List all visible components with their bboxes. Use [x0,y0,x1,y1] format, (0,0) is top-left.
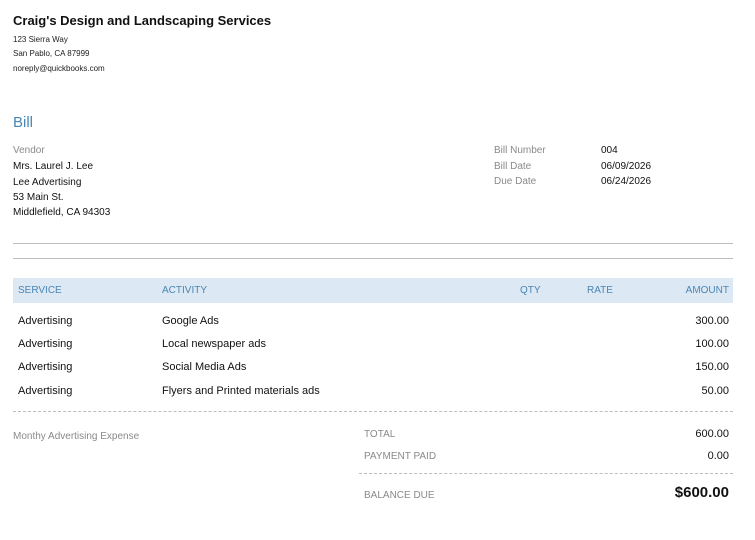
vendor-street: 53 Main St. [13,192,64,203]
divider-bottom [13,258,733,259]
table-row: Advertising Google Ads 300.00 [13,311,733,331]
vendor-city: Middlefield, CA 94303 [13,207,111,218]
company-address-line1: 123 Sierra Way [13,35,68,44]
bill-number: 004 [601,145,618,156]
vendor-name: Mrs. Laurel J. Lee [13,161,94,172]
header-rate: RATE [587,285,613,296]
balance-due-label: BALANCE DUE [364,490,435,501]
table-header: SERVICE ACTIVITY QTY RATE AMOUNT [13,278,733,303]
table-row: Advertising Social Media Ads 150.00 [13,357,733,377]
row-amount: 100.00 [695,338,729,350]
header-service: SERVICE [18,285,62,296]
payment-paid-label: PAYMENT PAID [364,451,437,462]
row-amount: 300.00 [695,315,729,327]
row-amount: 150.00 [695,361,729,373]
company-name: Craig's Design and Landscaping Services [13,13,272,28]
row-service: Advertising [18,338,73,350]
company-email: noreply@quickbooks.com [13,64,105,73]
divider-top [13,243,733,244]
header-activity: ACTIVITY [162,285,208,296]
payment-paid-value: 0.00 [707,450,729,462]
vendor-label: Vendor [13,145,45,156]
header-qty: QTY [520,285,541,296]
company-address-line2: San Pablo, CA 87999 [13,49,90,58]
total-label: TOTAL [364,429,396,440]
due-date-label: Due Date [494,176,537,187]
row-service: Advertising [18,385,73,397]
balance-due-value: $600.00 [674,484,729,501]
due-date: 06/24/2026 [601,176,652,187]
header-amount: AMOUNT [685,285,729,296]
row-amount: 50.00 [701,385,729,397]
items-divider [13,411,733,412]
row-activity: Google Ads [162,315,219,327]
row-service: Advertising [18,361,73,373]
bill-date: 06/09/2026 [601,161,652,172]
vendor-company: Lee Advertising [13,177,82,188]
row-service: Advertising [18,315,73,327]
table-row: Advertising Local newspaper ads 100.00 [13,334,733,354]
row-activity: Flyers and Printed materials ads [162,385,320,397]
total-value: 600.00 [695,428,729,440]
row-activity: Social Media Ads [162,361,247,373]
bill-number-label: Bill Number [494,145,546,156]
memo: Monthy Advertising Expense [13,431,140,442]
table-row: Advertising Flyers and Printed materials… [13,381,733,401]
document-title: Bill [13,114,34,131]
totals-divider [359,473,733,474]
bill-date-label: Bill Date [494,161,532,172]
row-activity: Local newspaper ads [162,338,266,350]
